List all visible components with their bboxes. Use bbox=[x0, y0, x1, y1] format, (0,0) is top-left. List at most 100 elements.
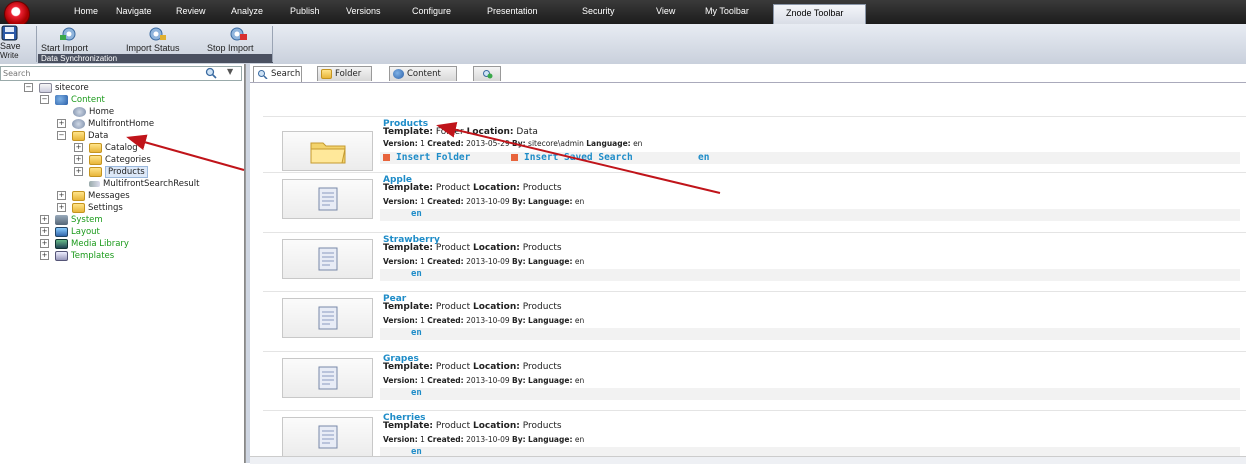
tree-node-settings[interactable]: + Settings bbox=[57, 202, 123, 214]
collapse-toggle[interactable]: − bbox=[24, 83, 33, 92]
tree-node-sitecore[interactable]: − sitecore bbox=[24, 82, 89, 94]
chevron-down-icon[interactable]: ▼ bbox=[227, 67, 233, 76]
expand-toggle[interactable]: + bbox=[74, 155, 83, 164]
menu-tab-publish[interactable]: Publish bbox=[290, 6, 320, 16]
language-link-en[interactable]: en bbox=[411, 209, 422, 219]
language-link-en[interactable]: en bbox=[698, 152, 709, 163]
menu-tab-znode-toolbar[interactable]: Znode Toolbar bbox=[773, 4, 866, 24]
expand-toggle[interactable]: + bbox=[57, 191, 66, 200]
tree-search-input[interactable] bbox=[1, 67, 188, 79]
menu-tab-review[interactable]: Review bbox=[176, 6, 206, 16]
folder-icon bbox=[72, 130, 85, 141]
expand-toggle[interactable]: + bbox=[57, 119, 66, 128]
ribbon-separator bbox=[36, 26, 37, 62]
write-button[interactable]: Write bbox=[0, 51, 19, 60]
start-import-icon bbox=[60, 27, 76, 41]
expand-toggle[interactable]: + bbox=[57, 203, 66, 212]
tree-node-system[interactable]: + System bbox=[40, 214, 103, 226]
tree-node-data[interactable]: − Data bbox=[57, 130, 108, 142]
result-thumbnail[interactable] bbox=[282, 131, 373, 171]
menu-tab-navigate[interactable]: Navigate bbox=[116, 6, 152, 16]
search-icon[interactable] bbox=[204, 67, 218, 79]
folder-icon bbox=[89, 154, 102, 165]
result-item: Cherries Template: Product Location: Pro… bbox=[263, 410, 1246, 457]
result-template-line: Template: Product Location: Products bbox=[383, 362, 562, 372]
result-item: Products Template: Folder Location: Data… bbox=[263, 116, 1246, 173]
result-meta-line: Version: 1 Created: 2013-10-09 By: Langu… bbox=[383, 316, 585, 325]
menu-tab-security[interactable]: Security bbox=[582, 6, 615, 16]
start-import-button[interactable]: Start Import bbox=[41, 43, 88, 53]
layout-icon bbox=[55, 226, 68, 237]
menu-tab-presentation[interactable]: Presentation bbox=[487, 6, 538, 16]
menu-tab-znode-toolbar-label: Znode Toolbar bbox=[786, 8, 844, 18]
result-thumbnail[interactable] bbox=[282, 298, 373, 338]
expand-toggle[interactable]: + bbox=[40, 215, 49, 224]
product-icon bbox=[318, 366, 338, 390]
expand-toggle[interactable]: + bbox=[40, 239, 49, 248]
insert-folder-link[interactable]: Insert Folder bbox=[383, 152, 470, 163]
menu-tab-configure[interactable]: Configure bbox=[412, 6, 451, 16]
tree-node-categories[interactable]: + Categories bbox=[74, 154, 151, 166]
product-icon bbox=[318, 247, 338, 271]
stop-import-button[interactable]: Stop Import bbox=[207, 43, 254, 53]
result-actions: en bbox=[380, 209, 1240, 221]
result-meta-line: Version: 1 Created: 2013-10-09 By: Langu… bbox=[383, 257, 585, 266]
result-template-line: Template: Product Location: Products bbox=[383, 183, 562, 193]
product-icon bbox=[318, 306, 338, 330]
tree-node-catalog[interactable]: + Catalog bbox=[74, 142, 138, 154]
panel-splitter[interactable] bbox=[245, 64, 250, 463]
tree-node-messages[interactable]: + Messages bbox=[57, 190, 130, 202]
import-status-icon bbox=[149, 27, 166, 41]
expand-toggle[interactable]: + bbox=[74, 167, 83, 176]
templates-icon bbox=[55, 250, 68, 261]
result-template-line: Template: Product Location: Products bbox=[383, 302, 562, 312]
tree-node-content[interactable]: − Content bbox=[40, 94, 105, 106]
tab-add[interactable] bbox=[473, 66, 501, 81]
tree-node-multifrontsearchresult[interactable]: MultifrontSearchResult bbox=[89, 178, 199, 190]
menu-tab-versions[interactable]: Versions bbox=[346, 6, 381, 16]
menu-tab-analyze[interactable]: Analyze bbox=[231, 6, 263, 16]
stop-import-icon bbox=[230, 27, 247, 41]
tab-content[interactable]: Content bbox=[389, 66, 457, 81]
result-template-line: Template: Product Location: Products bbox=[383, 421, 562, 431]
tab-folder[interactable]: Folder bbox=[317, 66, 372, 81]
language-link-en[interactable]: en bbox=[411, 388, 422, 398]
result-item: Apple Template: Product Location: Produc… bbox=[263, 172, 1246, 229]
language-link-en[interactable]: en bbox=[411, 328, 422, 338]
folder-icon bbox=[72, 190, 85, 201]
save-icon[interactable] bbox=[1, 25, 19, 41]
menu-tab-my-toolbar[interactable]: My Toolbar bbox=[705, 6, 749, 16]
expand-toggle[interactable]: + bbox=[40, 227, 49, 236]
product-icon bbox=[318, 425, 338, 449]
menu-bar: Home Navigate Review Analyze Publish Ver… bbox=[0, 0, 1246, 27]
content-tree-panel: ▼ −sitecore −Content Home +MultifrontHom… bbox=[0, 64, 245, 463]
tree-node-multifronthome[interactable]: + MultifrontHome bbox=[57, 118, 154, 130]
tree-node-home[interactable]: Home bbox=[73, 106, 114, 118]
content-icon bbox=[55, 94, 68, 105]
import-status-button[interactable]: Import Status bbox=[126, 43, 180, 53]
home-icon bbox=[73, 106, 86, 117]
result-thumbnail[interactable] bbox=[282, 358, 373, 398]
folder-icon bbox=[310, 142, 346, 164]
expand-toggle[interactable]: + bbox=[40, 251, 49, 260]
collapse-toggle[interactable]: − bbox=[57, 131, 66, 140]
result-template-line: Template: Product Location: Products bbox=[383, 243, 562, 253]
result-actions: Insert Folder Insert Saved Search en bbox=[380, 152, 1240, 164]
result-item: Pear Template: Product Location: Product… bbox=[263, 291, 1246, 348]
ribbon-separator bbox=[272, 26, 273, 62]
result-thumbnail[interactable] bbox=[282, 239, 373, 279]
save-button[interactable]: Save bbox=[0, 41, 21, 51]
tree-node-media-library[interactable]: + Media Library bbox=[40, 238, 129, 250]
insert-saved-search-link[interactable]: Insert Saved Search bbox=[511, 152, 633, 163]
tree-node-products[interactable]: + Products bbox=[74, 166, 148, 178]
language-link-en[interactable]: en bbox=[411, 269, 422, 279]
collapse-toggle[interactable]: − bbox=[40, 95, 49, 104]
menu-tab-view[interactable]: View bbox=[656, 6, 675, 16]
result-thumbnail[interactable] bbox=[282, 417, 373, 457]
expand-toggle[interactable]: + bbox=[74, 143, 83, 152]
tab-search[interactable]: Search bbox=[253, 66, 302, 82]
result-thumbnail[interactable] bbox=[282, 179, 373, 219]
menu-tab-home[interactable]: Home bbox=[74, 6, 98, 16]
tree-node-templates[interactable]: + Templates bbox=[40, 250, 114, 262]
tree-node-layout[interactable]: + Layout bbox=[40, 226, 100, 238]
